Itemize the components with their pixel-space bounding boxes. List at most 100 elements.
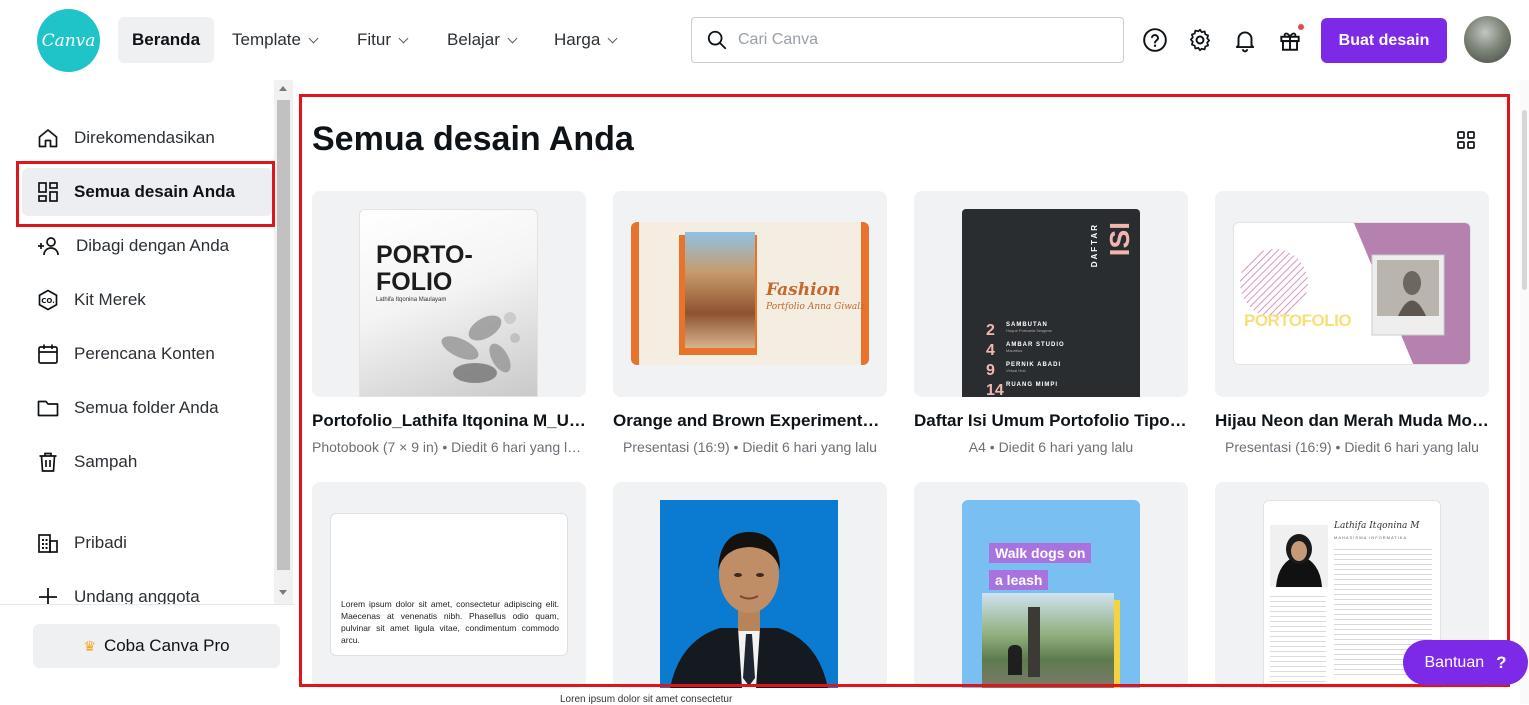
help-icon[interactable] xyxy=(1141,26,1169,54)
design-card[interactable] xyxy=(613,482,887,688)
sidebar-item-shared[interactable]: Dibagi dengan Anda xyxy=(22,222,272,270)
search-icon xyxy=(707,30,727,50)
design-meta: Photobook (7 × 9 in) • Diedit 6 hari yan… xyxy=(312,439,586,455)
avatar[interactable] xyxy=(1464,16,1511,63)
sidebar-item-recommended[interactable]: Direkomendasikan xyxy=(22,114,272,162)
page-scrollbar[interactable] xyxy=(1520,80,1529,704)
try-pro-label: Coba Canva Pro xyxy=(103,636,230,655)
toc-sub: Mauritius xyxy=(1006,348,1023,353)
people-icon xyxy=(38,237,59,256)
search-box[interactable] xyxy=(691,17,1124,63)
sidebar-item-label: Kit Merek xyxy=(74,290,146,309)
crown-icon: ♛ xyxy=(83,637,96,654)
scroll-up-arrow[interactable] xyxy=(279,86,287,91)
toc-row: 2 SAMBUTAN Hoque Portoaria Sesgens xyxy=(986,322,1136,342)
toc-number: 9 xyxy=(986,362,995,379)
toc-row: 9 PERNIK ABADI Virtual Hub xyxy=(986,362,1136,382)
design-thumbnail[interactable]: Fashion Portfolio Anna Giwalz xyxy=(613,191,887,397)
chevron-down-icon xyxy=(607,33,618,43)
trash-icon xyxy=(39,452,57,472)
design-thumbnail[interactable]: ISI DAFTAR 2 SAMBUTAN Hoque Portoaria Sesg… xyxy=(914,191,1188,397)
design-thumbnail[interactable]: Lorem ipsum dolor sit amet, consectetur … xyxy=(312,482,586,688)
create-design-button[interactable]: Buat desain xyxy=(1321,18,1447,63)
try-pro-button[interactable]: ♛ Coba Canva Pro xyxy=(33,624,280,668)
question-icon: ? xyxy=(1496,652,1507,672)
chevron-down-icon xyxy=(507,33,518,43)
slide-graphics xyxy=(1240,223,1470,364)
cropped-text-fragment: Loren ipsum dolor sit amet consectetur xyxy=(560,694,733,705)
sidebar-item-label: Perencana Konten xyxy=(74,344,215,363)
scroll-down-arrow[interactable] xyxy=(279,590,287,595)
resume-photo xyxy=(1270,525,1328,587)
gear-icon[interactable] xyxy=(1186,26,1214,54)
nav-harga[interactable]: Harga xyxy=(540,17,630,63)
design-title[interactable]: Portofolio_Lathifa Itqonina M_UI a... xyxy=(312,411,586,431)
flower-illustration xyxy=(441,312,520,383)
thumb-heading-line2: a leash xyxy=(989,570,1049,590)
design-card[interactable]: Fashion Portfolio Anna Giwalz Orange and… xyxy=(613,191,887,455)
design-meta: A4 • Diedit 6 hari yang lalu xyxy=(968,439,1134,455)
park-photo xyxy=(982,593,1114,688)
toc-sub: Virtual Hub xyxy=(1006,368,1026,373)
svg-text:CO.: CO. xyxy=(41,297,55,305)
nav-label: Beranda xyxy=(132,30,201,49)
bell-icon[interactable] xyxy=(1231,26,1259,54)
photo-page xyxy=(660,500,838,688)
search-input[interactable] xyxy=(738,31,1098,49)
thumb-heading: Walk dogs on xyxy=(989,543,1092,563)
nav-belajar[interactable]: Belajar xyxy=(433,17,530,63)
nav-fitur[interactable]: Fitur xyxy=(343,17,421,63)
toc-number: 14 xyxy=(986,382,1004,397)
help-button[interactable]: Bantuan ? xyxy=(1403,640,1528,685)
toc-name: RUANG MIMPI xyxy=(1006,382,1058,388)
presentation-slide: PORTOFOLIO xyxy=(1233,222,1471,365)
photobook-page: PORTO- FOLIO Lathifa Itqonina Maulayam xyxy=(359,209,538,397)
design-card[interactable]: Walk dogs on a leash xyxy=(914,482,1188,688)
nav-beranda[interactable]: Beranda xyxy=(118,17,215,63)
design-card[interactable]: Lorem ipsum dolor sit amet, consectetur … xyxy=(312,482,586,688)
design-card[interactable]: ISI DAFTAR 2 SAMBUTAN Hoque Portoaria Sesg… xyxy=(914,191,1188,455)
sidebar-item-personal[interactable]: Pribadi xyxy=(22,519,272,567)
toc-row: 14 RUANG MIMPI xyxy=(986,382,1136,397)
portrait-photo xyxy=(685,232,755,348)
design-title[interactable]: Daftar Isi Umum Portofolio Tipogr... xyxy=(914,411,1188,431)
design-title[interactable]: Orange and Brown Experimental F... xyxy=(613,411,887,431)
sidebar-item-content-planner[interactable]: Perencana Konten xyxy=(22,330,272,378)
grid-view-icon[interactable] xyxy=(1454,128,1478,152)
sidebar-item-folders[interactable]: Semua folder Anda xyxy=(22,384,272,432)
sidebar-item-label: Pribadi xyxy=(74,533,127,552)
thumb-vertical-label: DAFTAR xyxy=(1090,223,1099,268)
home-icon xyxy=(38,129,58,148)
design-title[interactable]: Hijau Neon dan Merah Muda Mod... xyxy=(1215,411,1489,431)
sidebar-item-label: Direkomendasikan xyxy=(74,128,215,147)
sidebar-item-brand-kit[interactable]: CO. Kit Merek xyxy=(22,276,272,324)
brand-kit-icon: CO. xyxy=(38,289,58,311)
design-thumbnail[interactable] xyxy=(613,482,887,688)
design-thumbnail[interactable]: Walk dogs on a leash xyxy=(914,482,1188,688)
design-card[interactable]: PORTO- FOLIO Lathifa Itqonina Maulayam P… xyxy=(312,191,586,455)
orange-stripe xyxy=(861,222,869,365)
portrait-photo xyxy=(670,532,828,688)
sidebar-scrollbar-thumb[interactable] xyxy=(277,100,290,570)
gift-icon[interactable] xyxy=(1276,24,1304,54)
design-thumbnail[interactable]: PORTOFOLIO xyxy=(1215,191,1489,397)
nav-label: Fitur xyxy=(357,30,391,49)
toc-number: 4 xyxy=(986,342,995,359)
sidebar-item-trash[interactable]: Sampah xyxy=(22,438,272,486)
toc-list: 2 SAMBUTAN Hoque Portoaria Sesgens 4 AMBAR … xyxy=(986,322,1136,397)
chevron-down-icon xyxy=(308,33,319,43)
top-bar: Canva Beranda Template Fitur Belajar Har… xyxy=(0,0,1529,80)
calendar-icon xyxy=(38,344,58,364)
design-card[interactable]: PORTOFOLIO Hijau Neon dan Merah Muda Mod… xyxy=(1215,191,1489,455)
presentation-slide: Fashion Portfolio Anna Giwalz xyxy=(631,222,869,365)
scrollbar-thumb[interactable] xyxy=(1522,110,1527,290)
canva-logo[interactable]: Canva xyxy=(37,9,100,72)
folder-icon xyxy=(37,400,59,417)
highlight-box-sidebar xyxy=(16,161,275,227)
presentation-slide: Lorem ipsum dolor sit amet, consectetur … xyxy=(330,513,568,656)
nav-template[interactable]: Template xyxy=(218,17,331,63)
orange-stripe xyxy=(631,222,639,365)
thumb-body-text: Lorem ipsum dolor sit amet, consectetur … xyxy=(341,599,559,645)
sidebar-scrollbar[interactable] xyxy=(274,80,293,604)
design-thumbnail[interactable]: PORTO- FOLIO Lathifa Itqonina Maulayam xyxy=(312,191,586,397)
